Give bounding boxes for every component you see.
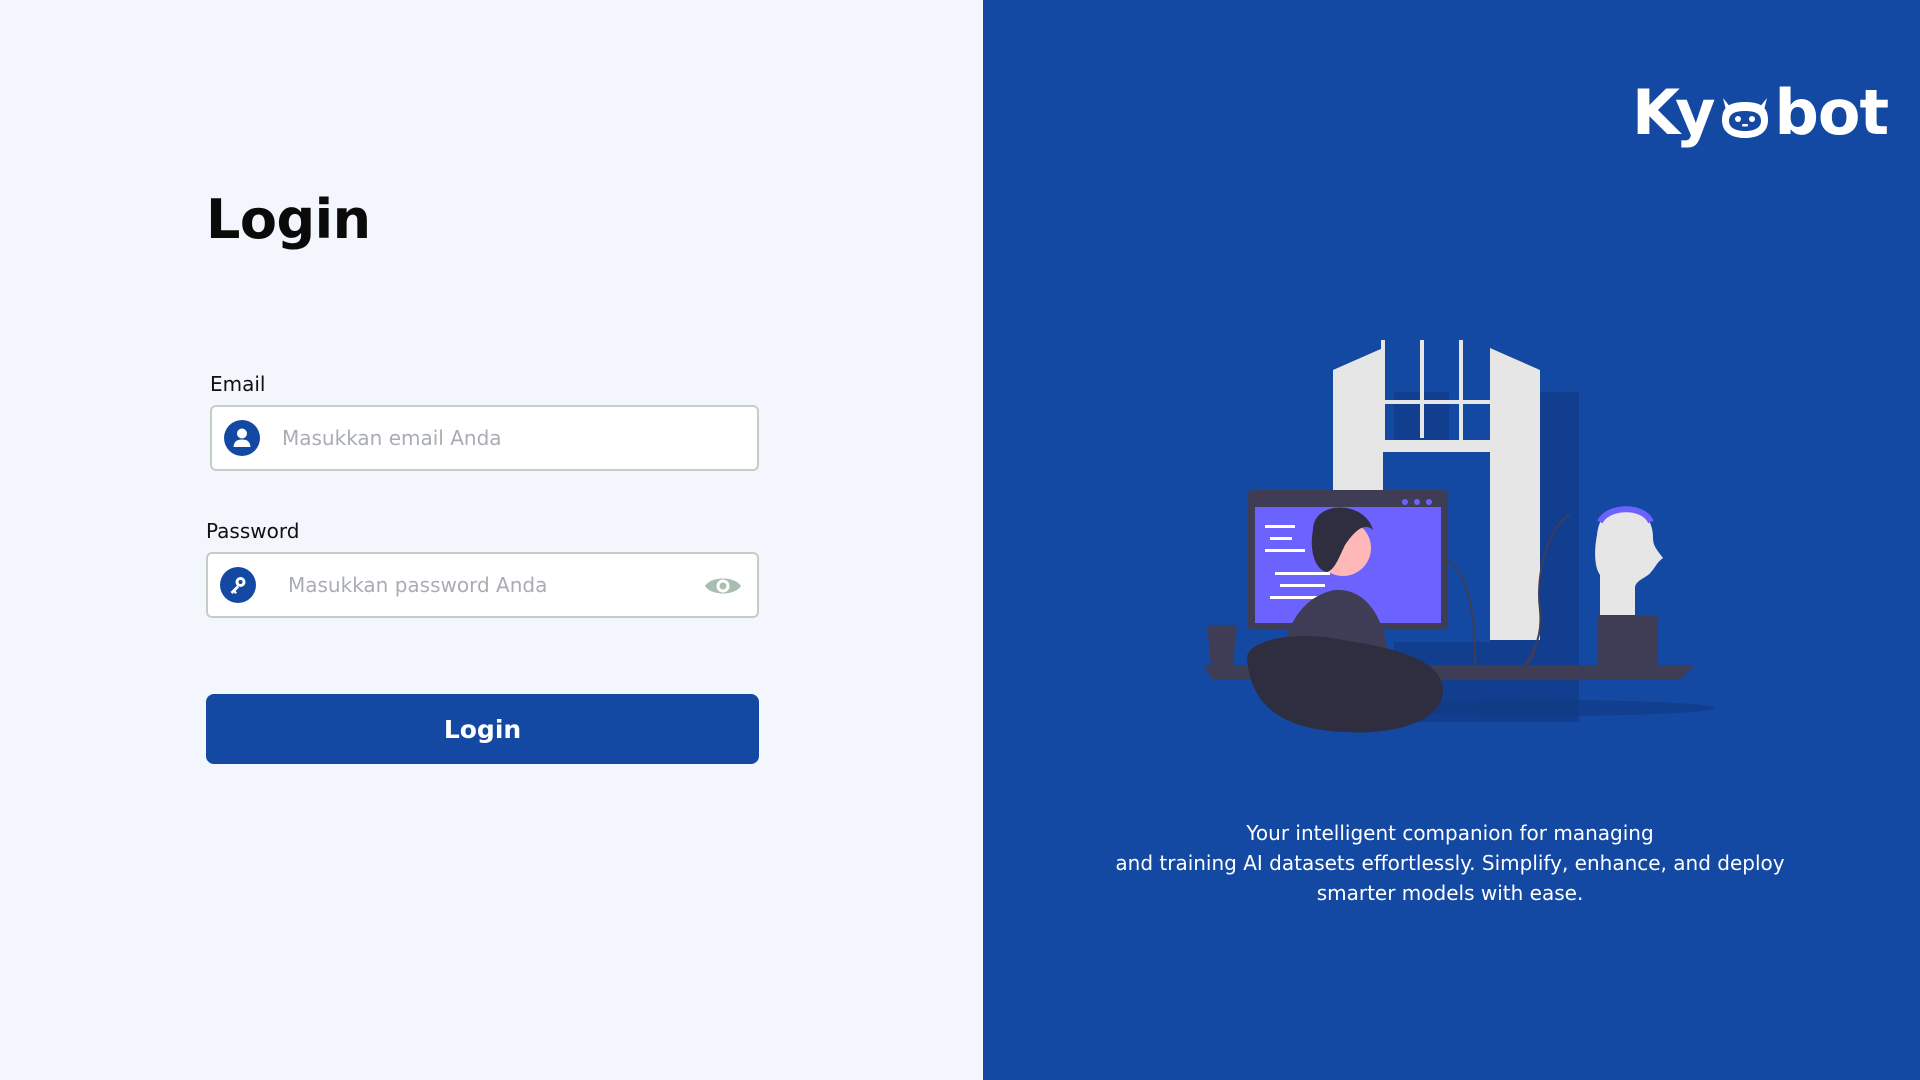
password-label: Password <box>206 519 300 543</box>
kyubot-logo: Ky bot <box>1632 75 1890 149</box>
tagline-line: smarter models with ease. <box>1316 881 1584 905</box>
tagline-line: and training AI datasets effortlessly. S… <box>1115 851 1785 875</box>
email-input[interactable] <box>282 418 742 458</box>
email-label: Email <box>210 372 266 396</box>
login-button[interactable]: Login <box>206 694 759 764</box>
key-icon <box>220 567 256 603</box>
logo-text-suffix: bot <box>1774 75 1890 149</box>
logo-text-prefix: Ky <box>1632 75 1715 149</box>
user-icon <box>224 420 260 456</box>
brand-tagline: Your intelligent companion for managing … <box>1050 818 1850 908</box>
tagline-line: Your intelligent companion for managing <box>1246 821 1654 845</box>
eye-icon[interactable] <box>703 572 743 600</box>
password-field[interactable] <box>206 552 759 618</box>
page-title: Login <box>206 188 371 251</box>
robot-head-icon <box>1717 84 1773 140</box>
login-panel: Login Email Password Logi <box>0 0 983 1080</box>
developer-illustration <box>1195 338 1745 760</box>
password-input[interactable] <box>288 565 688 605</box>
email-field[interactable] <box>210 405 759 471</box>
